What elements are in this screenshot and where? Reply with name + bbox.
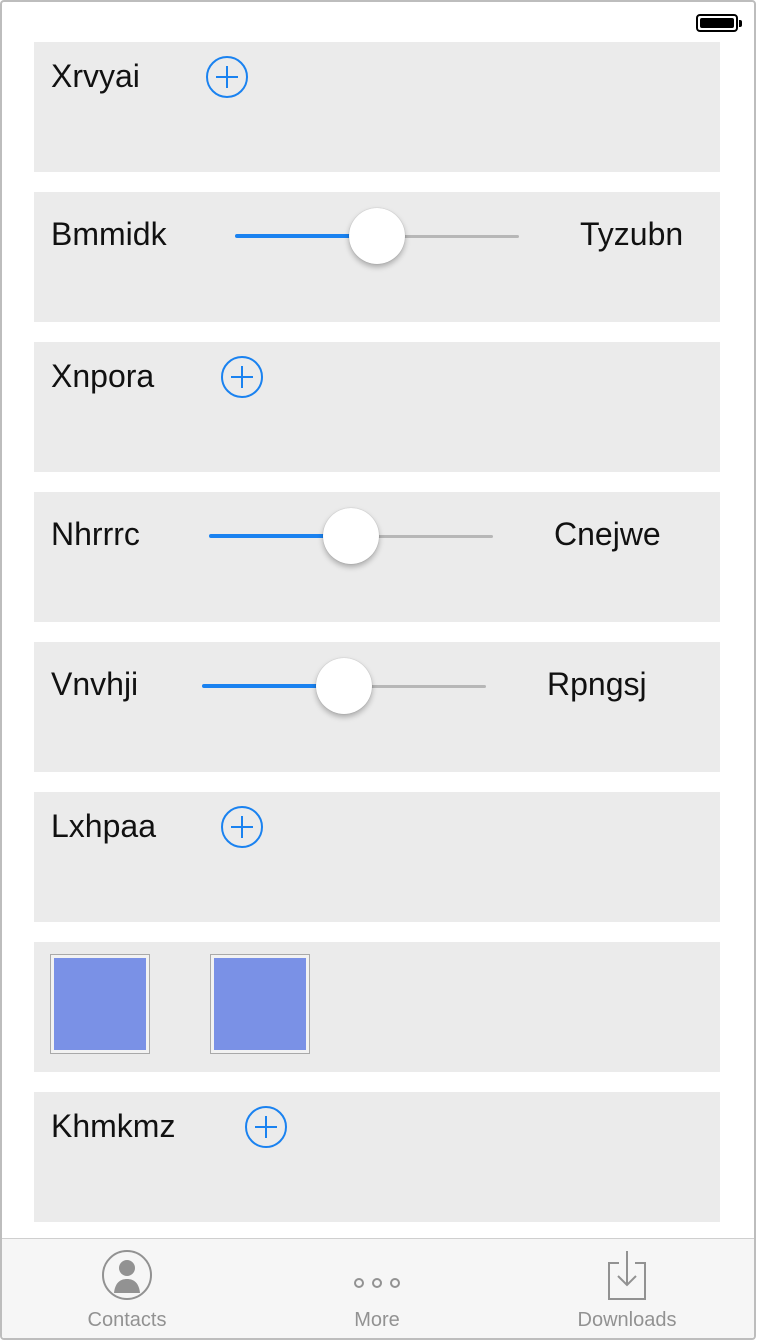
slider[interactable]: [235, 206, 519, 266]
contacts-icon: [102, 1250, 152, 1300]
swatch-fill: [214, 958, 306, 1050]
tab-label: Contacts: [87, 1309, 167, 1331]
row-swatches: [34, 942, 720, 1072]
slider[interactable]: [202, 656, 486, 716]
row-vnvhji: Vnvhji Rpngsj: [34, 642, 720, 772]
tab-label: Downloads: [577, 1309, 677, 1331]
slider-thumb[interactable]: [323, 508, 379, 564]
add-button[interactable]: [221, 356, 263, 398]
row-khmkmz: Khmkmz: [34, 1092, 720, 1222]
status-bar: [2, 2, 754, 42]
slider-max-label: Cnejwe: [554, 516, 661, 552]
slider[interactable]: [209, 506, 493, 566]
tab-label: More: [354, 1309, 400, 1331]
slider-max-label: Tyzubn: [580, 216, 684, 252]
slider-min-label: Bmmidk: [51, 216, 167, 252]
slider-thumb[interactable]: [349, 208, 405, 264]
row-label: Xnpora: [51, 358, 155, 394]
color-swatch[interactable]: [50, 954, 150, 1054]
tab-more[interactable]: More: [252, 1239, 502, 1338]
more-icon: [354, 1278, 400, 1288]
row-xnpora: Xnpora: [34, 342, 720, 472]
row-xrvyai: Xrvyai: [34, 42, 720, 172]
swatch-fill: [54, 958, 146, 1050]
slider-thumb[interactable]: [316, 658, 372, 714]
row-nhrrrc: Nhrrrc Cnejwe: [34, 492, 720, 622]
tab-downloads[interactable]: Downloads: [502, 1239, 752, 1338]
add-button[interactable]: [221, 806, 263, 848]
battery-icon: [696, 14, 742, 32]
tab-contacts[interactable]: Contacts: [2, 1239, 252, 1338]
add-button[interactable]: [206, 56, 248, 98]
slider-min-label: Vnvhji: [51, 666, 139, 702]
slider-min-label: Nhrrrc: [51, 516, 140, 552]
row-label: Khmkmz: [51, 1108, 176, 1144]
row-bmmidk: Bmmidk Tyzubn: [34, 192, 720, 322]
downloads-icon: [608, 1251, 646, 1300]
add-button[interactable]: [245, 1106, 287, 1148]
row-label: Xrvyai: [51, 58, 140, 94]
color-swatch[interactable]: [210, 954, 310, 1054]
row-label: Lxhpaa: [51, 808, 156, 844]
tab-bar: Contacts More Downloads: [2, 1238, 754, 1338]
slider-max-label: Rpngsj: [547, 666, 647, 702]
row-lxhpaa: Lxhpaa: [34, 792, 720, 922]
app-window: Xrvyai Bmmidk Tyzubn Xnpora Nhrrrc Cnejw…: [0, 0, 756, 1340]
